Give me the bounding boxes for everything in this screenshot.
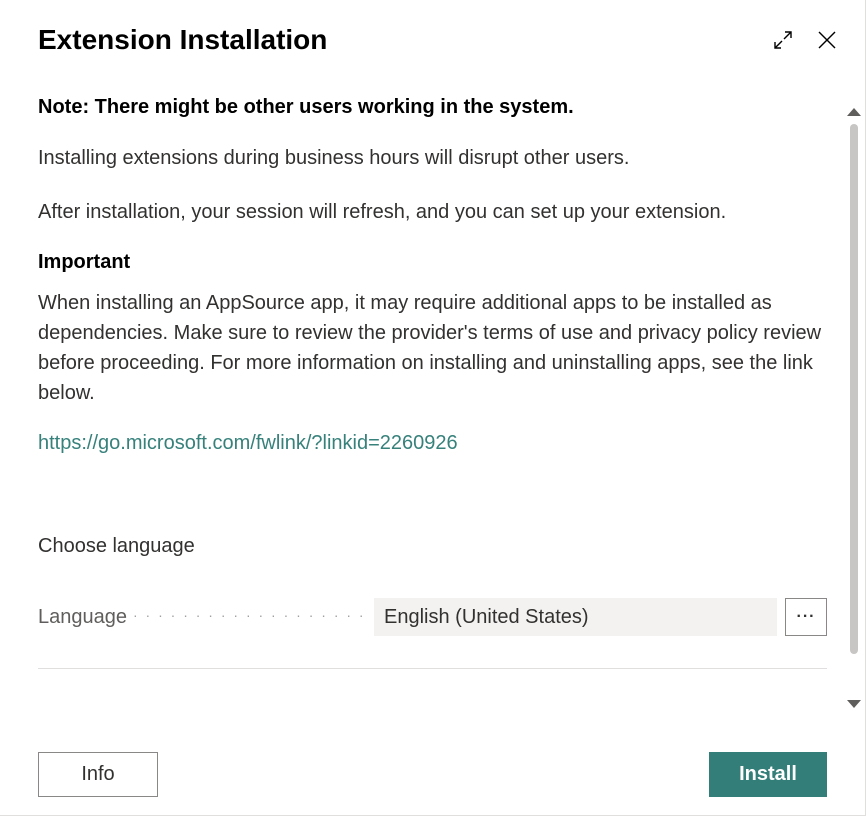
dialog-title: Extension Installation [38, 24, 327, 56]
language-field-row: Language English (United States) ··· [38, 598, 827, 669]
install-button[interactable]: Install [709, 752, 827, 797]
dialog-header: Extension Installation [0, 0, 865, 80]
docs-link[interactable]: https://go.microsoft.com/fwlink/?linkid=… [38, 432, 458, 455]
scroll-down-icon[interactable] [847, 700, 861, 708]
important-heading: Important [38, 251, 827, 274]
scroll-track[interactable] [850, 124, 858, 692]
close-icon[interactable] [813, 26, 841, 54]
scroll-up-icon[interactable] [847, 108, 861, 116]
note-heading: Note: There might be other users working… [38, 96, 827, 119]
scrollbar[interactable] [847, 108, 861, 708]
language-label: Language [38, 606, 366, 629]
paragraph-disruption: Installing extensions during business ho… [38, 143, 827, 173]
paragraph-refresh: After installation, your session will re… [38, 197, 827, 227]
dialog-content: Note: There might be other users working… [0, 80, 865, 700]
language-input[interactable]: English (United States) [374, 598, 777, 636]
language-lookup-button[interactable]: ··· [785, 598, 827, 636]
important-body: When installing an AppSource app, it may… [38, 288, 827, 408]
header-actions [769, 26, 841, 54]
dialog-footer: Info Install [0, 738, 865, 815]
choose-language-heading: Choose language [38, 535, 827, 558]
scroll-thumb[interactable] [850, 124, 858, 654]
expand-icon[interactable] [769, 26, 797, 54]
info-button[interactable]: Info [38, 752, 158, 797]
